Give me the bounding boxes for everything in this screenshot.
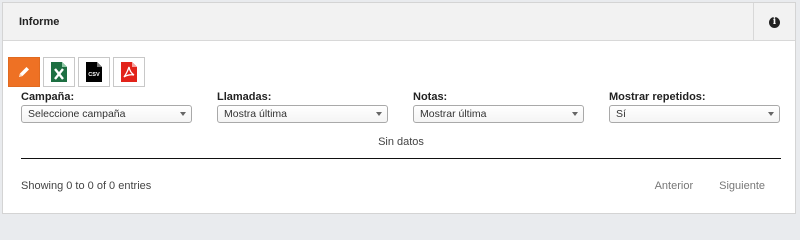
previous-page-button[interactable]: Anterior <box>655 180 694 192</box>
csv-icon-label: CSV <box>88 72 100 78</box>
export-csv-button[interactable]: CSV <box>78 57 110 87</box>
pdf-file-icon <box>121 62 137 82</box>
campaign-select-value: Seleccione campaña <box>28 108 126 120</box>
calls-label: Llamadas: <box>217 91 272 103</box>
export-excel-button[interactable] <box>43 57 75 87</box>
filter-calls: Llamadas: Mostra última <box>217 91 388 123</box>
info-circle-icon[interactable]: i <box>769 16 780 28</box>
pagination: Anterior Siguiente <box>655 180 765 192</box>
repeated-select[interactable]: Sí <box>609 105 780 123</box>
campaign-label: Campaña: <box>21 91 75 103</box>
repeated-label: Mostrar repetidos: <box>609 91 706 103</box>
filter-campaign: Campaña: Seleccione campaña <box>21 91 192 123</box>
next-page-button[interactable]: Siguiente <box>719 180 765 192</box>
chevron-down-icon <box>572 112 578 116</box>
excel-file-icon <box>51 62 67 82</box>
report-panel: Informe i CSV Campaña: Seleccione campañ… <box>2 2 796 214</box>
edit-button[interactable] <box>8 57 40 87</box>
table-info: Showing 0 to 0 of 0 entries <box>21 180 152 192</box>
chevron-down-icon <box>376 112 382 116</box>
export-pdf-button[interactable] <box>113 57 145 87</box>
campaign-select[interactable]: Seleccione campaña <box>21 105 192 123</box>
table-divider <box>21 158 781 159</box>
panel-header: Informe i <box>3 3 795 41</box>
calls-select-value: Mostra última <box>224 108 288 120</box>
repeated-select-value: Sí <box>616 108 626 120</box>
filter-repeated: Mostrar repetidos: Sí <box>609 91 780 123</box>
filters-row: Campaña: Seleccione campaña Llamadas: Mo… <box>21 91 781 127</box>
table-empty-message: Sin datos <box>378 136 424 148</box>
notes-select[interactable]: Mostrar última <box>413 105 584 123</box>
csv-file-icon: CSV <box>86 62 102 82</box>
notes-label: Notas: <box>413 91 448 103</box>
notes-select-value: Mostrar última <box>420 108 487 120</box>
chevron-down-icon <box>180 112 186 116</box>
pencil-icon <box>19 67 29 77</box>
info-button[interactable]: i <box>753 3 795 41</box>
export-toolbar: CSV <box>8 57 145 87</box>
calls-select[interactable]: Mostra última <box>217 105 388 123</box>
panel-title: Informe <box>19 16 60 28</box>
chevron-down-icon <box>768 112 774 116</box>
filter-notes: Notas: Mostrar última <box>413 91 584 123</box>
